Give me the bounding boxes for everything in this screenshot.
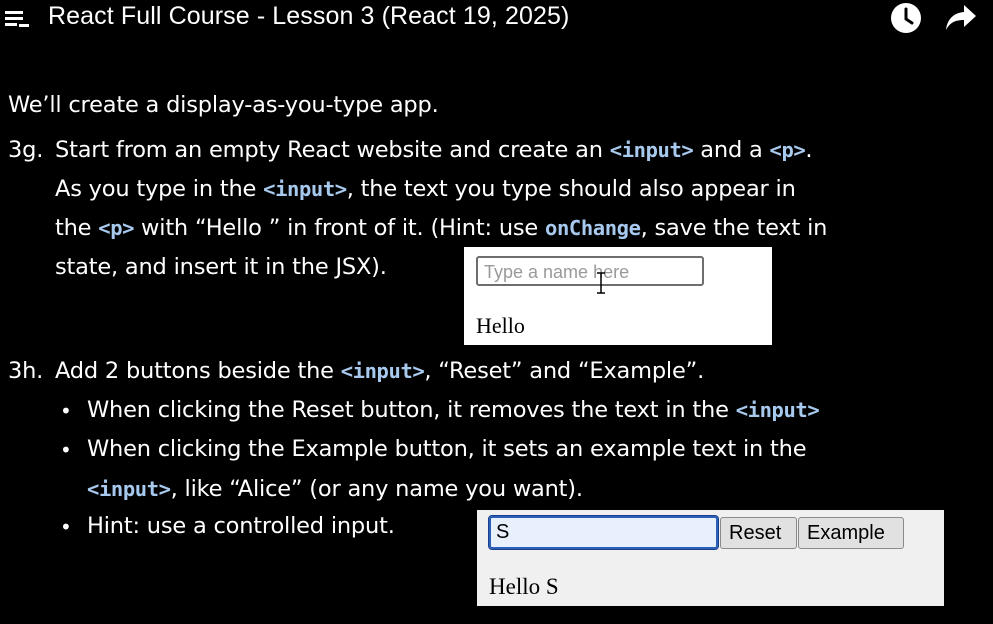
demo-3g-output-text: Hello <box>476 313 525 338</box>
task-3g-line-3: the <p> with “Hello ” in front of it. (H… <box>55 215 828 241</box>
bullet-1-text: When clicking the Reset button, it remov… <box>87 397 820 423</box>
task-3h-line-1: Add 2 buttons beside the <input>, “Reset… <box>55 358 705 384</box>
demo-3g-screenshot: Type a name here Hello <box>464 247 772 345</box>
code-p-tag: <p> <box>769 138 806 162</box>
reset-button: Reset <box>720 517 797 549</box>
code-input-tag: <input> <box>735 398 820 422</box>
demo-3h-name-input: S <box>488 515 719 550</box>
bullet-2-text-cont: <input>, like “Alice” (or any name you w… <box>87 476 583 502</box>
bullet-2-dot: • <box>60 438 72 462</box>
bullet-2-text: When clicking the Example button, it set… <box>87 436 807 462</box>
lesson-slide: We’ll create a display-as-you-type app. … <box>0 0 993 624</box>
demo-3h-output-text: Hello S <box>489 574 559 599</box>
bullet-3-text: Hint: use a controlled input. <box>87 513 395 539</box>
bullet-3-dot: • <box>60 515 72 539</box>
task-3g-number: 3g. <box>8 137 44 163</box>
bullet-1-dot: • <box>60 399 72 423</box>
code-input-tag: <input> <box>263 177 347 201</box>
task-3g-line-1: Start from an empty React website and cr… <box>55 137 813 163</box>
code-onchange: onChange <box>545 216 641 240</box>
intro-text: We’ll create a display-as-you-type app. <box>8 92 439 118</box>
text-cursor-icon <box>597 272 605 294</box>
example-button: Example <box>798 517 904 549</box>
code-input-tag: <input> <box>87 477 171 501</box>
task-3g-line-2: As you type in the <input>, the text you… <box>55 176 796 202</box>
task-3h-number: 3h. <box>8 358 44 384</box>
code-p-tag: <p> <box>98 216 135 240</box>
task-3g-line-4: state, and insert it in the JSX). <box>55 254 387 280</box>
demo-3g-name-input: Type a name here <box>476 256 704 286</box>
code-input-tag: <input> <box>609 138 694 162</box>
code-input-tag: <input> <box>340 359 425 383</box>
demo-3h-screenshot: S Reset Example Hello S <box>477 510 944 606</box>
